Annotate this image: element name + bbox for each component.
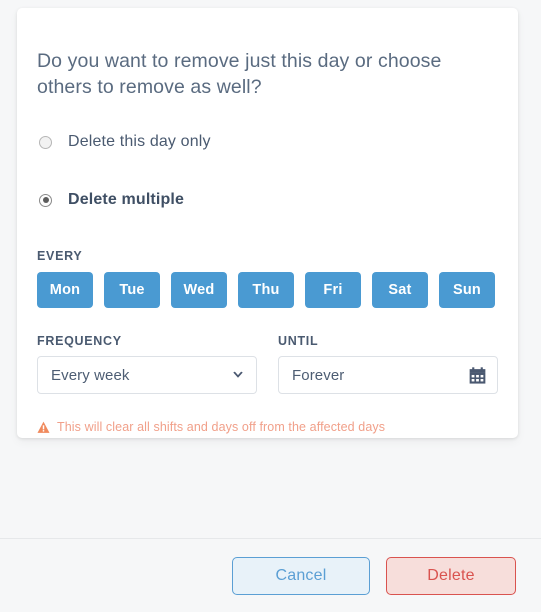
warning-triangle-icon xyxy=(37,421,50,433)
frequency-field: FREQUENCY Every week xyxy=(37,334,257,394)
radio-label-delete-multiple: Delete multiple xyxy=(68,191,185,208)
until-label: UNTIL xyxy=(278,334,319,348)
until-field: UNTIL Forever xyxy=(278,334,498,394)
weekday-button-fri[interactable]: Fri xyxy=(305,272,361,308)
cancel-button[interactable]: Cancel xyxy=(232,556,370,595)
radio-label-this-day-only: Delete this day only xyxy=(68,133,211,150)
delete-scope-radio-group: Delete this day only Delete multiple xyxy=(37,130,498,212)
every-section: EVERY Mon Tue Wed Thu Fri Sat Sun xyxy=(37,249,498,308)
warning-message: This will clear all shifts and days off … xyxy=(37,420,498,434)
chevron-down-icon xyxy=(233,371,243,378)
weekday-button-wed[interactable]: Wed xyxy=(171,272,227,308)
until-value: Forever xyxy=(292,366,345,384)
calendar-icon[interactable] xyxy=(469,366,486,384)
weekday-button-sun[interactable]: Sun xyxy=(439,272,495,308)
frequency-label: FREQUENCY xyxy=(37,334,122,348)
recurrence-fields-row: FREQUENCY Every week UNTIL Forever xyxy=(37,334,498,394)
frequency-select[interactable]: Every week xyxy=(37,356,257,394)
delete-button[interactable]: Delete xyxy=(386,556,516,595)
radio-option-delete-multiple[interactable]: Delete multiple xyxy=(37,188,498,212)
weekday-button-tue[interactable]: Tue xyxy=(104,272,160,308)
radio-indicator-delete-multiple[interactable] xyxy=(39,193,52,207)
radio-indicator-this-day-only[interactable] xyxy=(39,135,52,149)
dialog-question: Do you want to remove just this day or c… xyxy=(37,50,442,98)
every-label: EVERY xyxy=(37,249,83,263)
radio-option-delete-this-day-only[interactable]: Delete this day only xyxy=(37,130,498,154)
until-date-input[interactable]: Forever xyxy=(278,356,498,394)
delete-recurring-dialog-card: Do you want to remove just this day or c… xyxy=(17,8,518,438)
warning-text: This will clear all shifts and days off … xyxy=(57,420,386,434)
weekday-toggle-group: Mon Tue Wed Thu Fri Sat Sun xyxy=(37,272,498,308)
weekday-button-mon[interactable]: Mon xyxy=(37,272,93,308)
dialog-footer: Cancel Delete xyxy=(0,539,541,612)
weekday-button-sat[interactable]: Sat xyxy=(372,272,428,308)
weekday-button-thu[interactable]: Thu xyxy=(238,272,294,308)
frequency-selected-value: Every week xyxy=(51,366,130,384)
